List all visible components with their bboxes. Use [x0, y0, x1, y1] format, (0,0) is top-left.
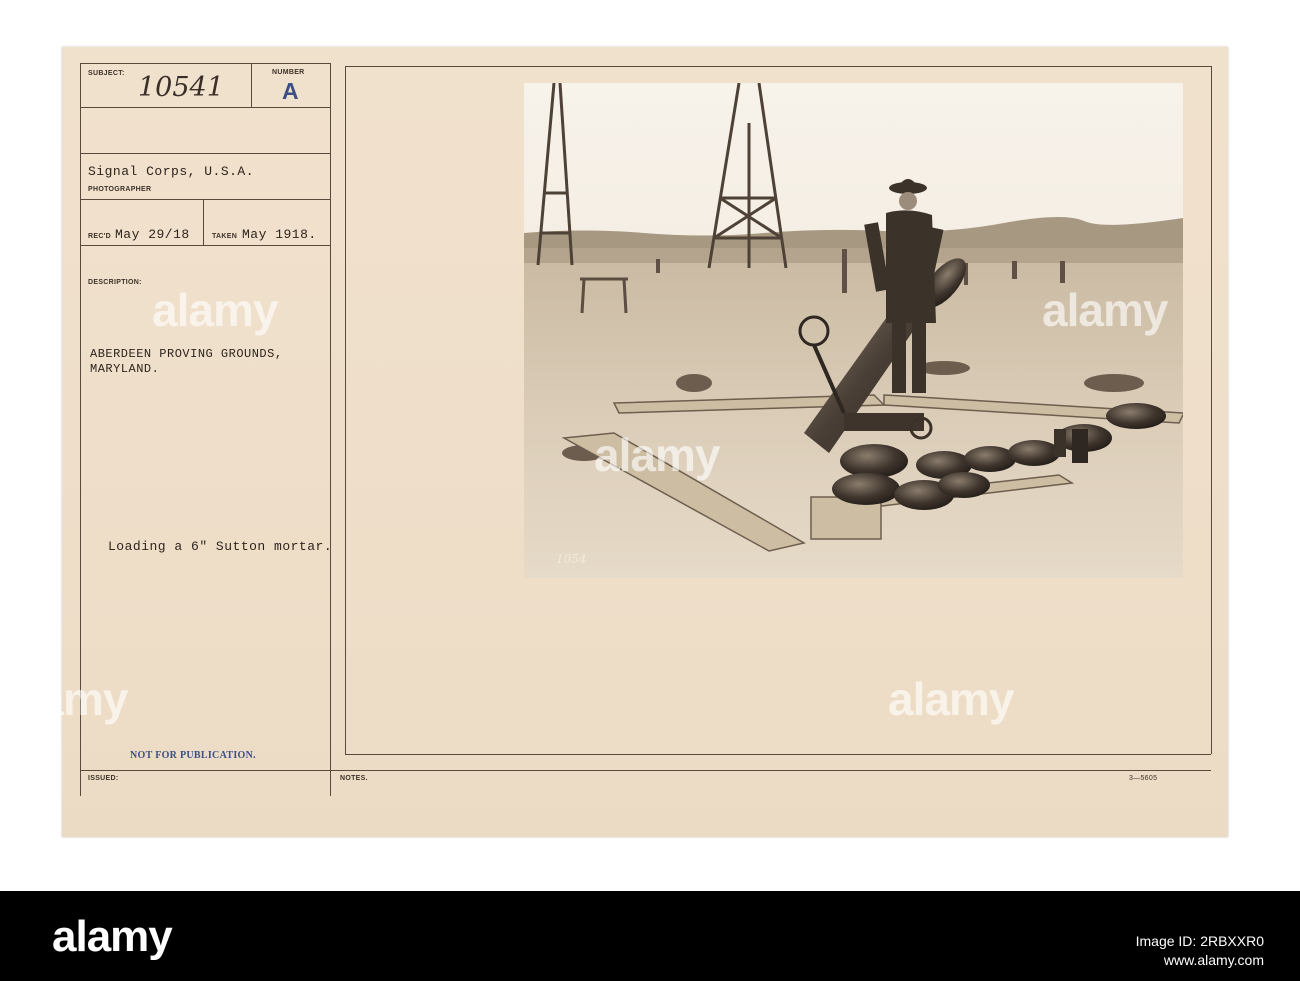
photo-frame-right [1211, 66, 1212, 754]
issued-label: ISSUED: [88, 775, 119, 782]
issued-rule [80, 770, 1211, 771]
date-divider [203, 199, 204, 245]
top-border-left [80, 63, 330, 64]
watermark-right-top: alamy [1042, 284, 1168, 336]
location-line-2: MARYLAND. [90, 362, 160, 376]
description-label: DESCRIPTION: [88, 279, 142, 286]
taken-value: May 1918. [242, 227, 317, 242]
number-label: NUMBER [272, 69, 305, 76]
photo-frame-left [345, 66, 346, 754]
left-column-divider [330, 63, 331, 796]
location-line-1: ABERDEEN PROVING GROUNDS, [90, 347, 283, 361]
footer-logo[interactable]: alamy [52, 912, 173, 962]
watermark-right-bottom: alamy [888, 673, 1014, 725]
taken-label: TAKEN [212, 233, 238, 240]
subject-value: 10541 [138, 72, 224, 103]
header-rule [80, 107, 330, 108]
photographer-value: Signal Corps, U.S.A. [88, 164, 255, 179]
photo-frame-bottom [345, 754, 1211, 755]
negative-number: 1054 [556, 552, 587, 566]
subject-label: SUBJECT: [88, 70, 125, 77]
watermark-left-top: alamy [152, 284, 278, 336]
caption: Loading a 6" Sutton mortar. [108, 539, 333, 554]
form-number: 3—5605 [1129, 775, 1158, 782]
date-rule-bottom [80, 245, 330, 246]
footer-bar [0, 891, 1300, 981]
subject-number-divider [251, 63, 252, 107]
footer-url[interactable]: www.alamy.com [1164, 952, 1264, 968]
footer-image-id: Image ID: 2RBXXR0 [1135, 933, 1264, 949]
recd-value: May 29/18 [115, 227, 190, 242]
number-value: A [282, 78, 299, 104]
date-rule-top [80, 199, 330, 200]
notes-label: NOTES. [340, 775, 368, 782]
not-for-publication-stamp: NOT FOR PUBLICATION. [130, 750, 256, 761]
photographer-rule [80, 153, 330, 154]
watermark-left-bottom: alamy [2, 673, 128, 725]
photo-frame-top [345, 66, 1211, 67]
watermark-center: alamy [594, 429, 720, 481]
photographer-label: PHOTOGRAPHER [88, 186, 152, 193]
recd-label: REC'D [88, 233, 111, 240]
